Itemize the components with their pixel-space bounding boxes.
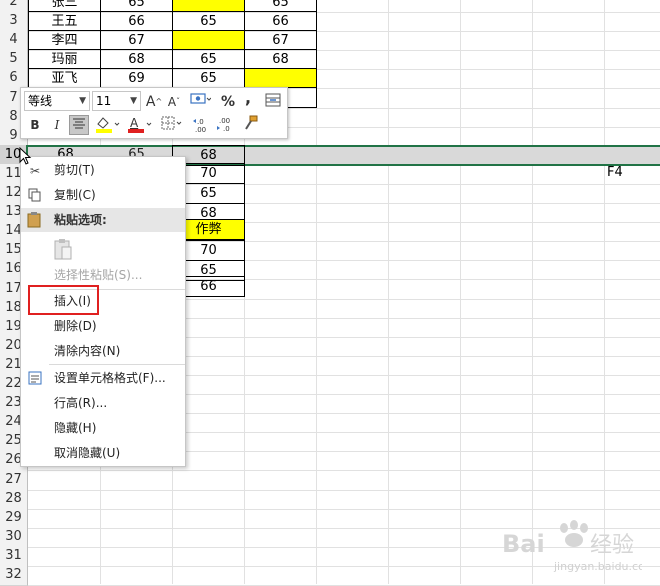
row-header-3[interactable]: 3 xyxy=(0,11,28,33)
cell-row4-a[interactable]: 67 xyxy=(100,30,173,51)
paste-icon xyxy=(27,212,41,236)
insert-highlight-box xyxy=(28,285,99,315)
menu-item-delete[interactable]: 删除(D) xyxy=(21,314,185,339)
font-name-combo[interactable]: 等线 ▼ xyxy=(24,91,90,111)
menu-separator xyxy=(49,364,185,365)
format-painter-icon xyxy=(245,115,258,130)
cell-row5-b[interactable]: 65 xyxy=(172,49,245,70)
menu-item-hide[interactable]: 隐藏(H) xyxy=(21,416,185,441)
comma-style-button[interactable]: , xyxy=(239,88,257,108)
row-header-29[interactable]: 29 xyxy=(0,507,28,529)
row-header-32[interactable]: 32 xyxy=(0,565,28,586)
row-header-5[interactable]: 5 xyxy=(0,49,28,71)
cell-row4-b[interactable] xyxy=(172,30,245,51)
fill-color-icon xyxy=(96,117,120,133)
menu-item-label: 隐藏(H) xyxy=(54,421,97,435)
grow-font-icon: A xyxy=(145,94,156,110)
cell-row6-a[interactable]: 69 xyxy=(100,68,173,89)
gridline xyxy=(28,508,660,510)
borders-icon xyxy=(161,116,182,130)
svg-text:经验: 经验 xyxy=(590,533,634,558)
accounting-format-button[interactable] xyxy=(187,92,213,112)
menu-item-label: 行高(R)... xyxy=(54,396,108,410)
font-size-combo[interactable]: 11 ▼ xyxy=(92,91,141,111)
paste-button[interactable] xyxy=(21,235,185,265)
svg-text:A: A xyxy=(130,116,139,130)
svg-text:.0: .0 xyxy=(197,118,204,126)
cell-f11-text[interactable]: F4 xyxy=(607,163,623,183)
svg-text:.00: .00 xyxy=(219,117,230,125)
cell-row5-name[interactable]: 玛丽 xyxy=(28,49,101,70)
fill-color-button[interactable] xyxy=(93,115,121,135)
cell-row3-c[interactable]: 66 xyxy=(244,11,317,32)
increase-decimal-button[interactable]: .0 .00 xyxy=(191,115,213,136)
menu-item-row-height[interactable]: 行高(R)... xyxy=(21,391,185,416)
borders-button[interactable] xyxy=(159,115,185,135)
format-painter-button[interactable] xyxy=(241,115,261,135)
copy-icon xyxy=(27,188,43,204)
spreadsheet-grid[interactable]: 2 3 4 5 6 7 8 9 10 11 12 13 14 15 16 17 18 19 20 21 22 23 24 25… xyxy=(0,0,660,586)
menu-item-label: 清除内容(N) xyxy=(54,344,121,358)
decrease-decimal-button[interactable]: .00 .0 xyxy=(215,115,237,135)
chevron-down-icon: ▼ xyxy=(130,96,137,106)
gridline xyxy=(28,470,660,472)
font-size-value: 11 xyxy=(96,94,112,108)
cell-row5-c[interactable]: 68 xyxy=(244,49,317,70)
cell-row4-c[interactable]: 67 xyxy=(244,30,317,51)
shrink-font-button[interactable]: Aˇ xyxy=(165,92,183,112)
merge-center-button[interactable] xyxy=(263,92,283,112)
row-header-31[interactable]: 31 xyxy=(0,545,28,567)
menu-item-label: 取消隐藏(U) xyxy=(54,446,121,460)
mouse-cursor-icon xyxy=(19,147,32,165)
svg-text:jingyan.baidu.com: jingyan.baidu.com xyxy=(553,560,642,573)
paste-options-header: 粘贴选项: xyxy=(21,208,185,232)
svg-text:.0: .0 xyxy=(223,125,230,133)
row-header-28[interactable]: 28 xyxy=(0,488,28,510)
percent-style-button[interactable]: % xyxy=(219,92,237,112)
gridline xyxy=(28,489,660,491)
row-header-30[interactable]: 30 xyxy=(0,526,28,548)
menu-item-clear-contents[interactable]: 清除内容(N) xyxy=(21,339,185,364)
watermark-logo-icon: Bai 经验 jingyan.baidu.com xyxy=(502,520,656,573)
font-color-icon: A xyxy=(128,116,152,133)
cell-row3-b[interactable]: 65 xyxy=(172,11,245,32)
shrink-font-icon: A xyxy=(167,95,177,109)
merge-cells-icon xyxy=(265,93,281,107)
cell-row3-a[interactable]: 66 xyxy=(100,11,173,32)
menu-item-cut[interactable]: ✂ 剪切(T) xyxy=(21,158,185,183)
row-header-4[interactable]: 4 xyxy=(0,30,28,52)
cell-row6-b[interactable]: 65 xyxy=(172,68,245,89)
menu-item-unhide[interactable]: 取消隐藏(U) xyxy=(21,441,185,466)
align-center-button[interactable] xyxy=(69,115,89,135)
cell-row5-a[interactable]: 68 xyxy=(100,49,173,70)
cell-row4-name[interactable]: 李四 xyxy=(28,30,101,51)
grow-font-button[interactable]: A^ xyxy=(145,92,163,112)
svg-text:Bai: Bai xyxy=(502,530,545,558)
chevron-down-icon: ▼ xyxy=(79,96,86,106)
align-center-icon xyxy=(73,118,85,129)
format-cells-icon xyxy=(27,371,43,387)
increase-decimal-icon: .0 .00 xyxy=(193,118,206,134)
accounting-format-icon xyxy=(190,93,212,104)
row-header-27[interactable]: 27 xyxy=(0,469,28,491)
menu-item-format-cells[interactable]: 设置单元格格式(F)... xyxy=(21,366,185,391)
bold-button[interactable]: B xyxy=(26,115,44,135)
font-name-value: 等线 xyxy=(28,94,53,108)
menu-item-label: 删除(D) xyxy=(54,319,97,333)
menu-item-label: 复制(C) xyxy=(54,188,96,202)
italic-button[interactable]: I xyxy=(48,115,66,135)
cell-row6-c[interactable] xyxy=(244,68,317,89)
baidu-jingyan-watermark: Bai 经验 jingyan.baidu.com xyxy=(492,518,656,576)
menu-item-label: 设置单元格格式(F)... xyxy=(54,371,166,385)
mini-toolbar: 等线 ▼ 11 ▼ A^ Aˇ % , B I A .0 .00 .00 .0 xyxy=(20,87,288,139)
svg-text:.00: .00 xyxy=(195,126,206,134)
font-color-button[interactable]: A xyxy=(125,115,153,135)
menu-item-copy[interactable]: 复制(C) xyxy=(21,183,185,208)
cell-row3-name[interactable]: 王五 xyxy=(28,11,101,32)
menu-item-label: 剪切(T) xyxy=(54,163,95,177)
decrease-decimal-icon: .00 .0 xyxy=(217,117,230,133)
cell-row6-name[interactable]: 亚飞 xyxy=(28,68,101,89)
